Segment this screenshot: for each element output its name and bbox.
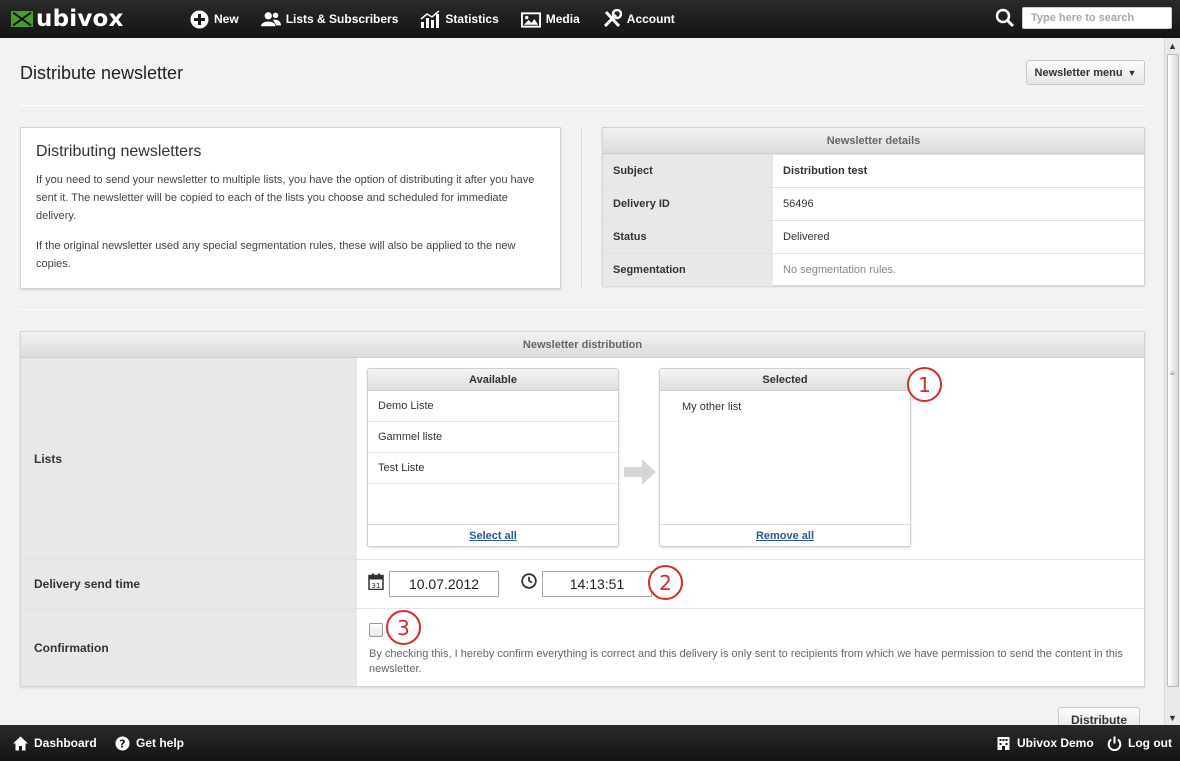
chart-icon: [420, 9, 440, 29]
account-name: Ubivox Demo: [1017, 736, 1094, 750]
available-list: Available Demo Liste Gammel liste Test L…: [367, 368, 619, 547]
get-help-link[interactable]: ? Get help: [114, 725, 184, 761]
date-input[interactable]: [389, 571, 499, 597]
caret-down-icon: ▼: [1127, 67, 1137, 78]
select-all-link[interactable]: Select all: [469, 530, 517, 542]
dashboard-label: Dashboard: [34, 736, 97, 750]
details-value: Distribution test: [783, 165, 868, 177]
details-value: 56496: [783, 198, 814, 210]
newsletter-distribution-panel: Newsletter distribution Lists Available …: [20, 331, 1145, 687]
distribution-header: Newsletter distribution: [21, 332, 1144, 358]
time-input[interactable]: [542, 571, 652, 597]
calendar-day-text: 31: [372, 582, 381, 590]
scroll-thumb[interactable]: ≡: [1167, 54, 1179, 687]
info-paragraph: If the original newsletter used any spec…: [36, 240, 516, 270]
home-icon: [12, 735, 28, 751]
search-area: [995, 7, 1172, 29]
nav-lists-label: Lists & Subscribers: [285, 12, 399, 26]
logo[interactable]: ubivox: [11, 6, 181, 32]
scrollbar[interactable]: ▲ ≡ ▼: [1164, 38, 1180, 725]
calendar-icon[interactable]: 31: [368, 573, 384, 593]
details-header: Newsletter details: [603, 128, 1144, 154]
nav-media[interactable]: Media: [520, 9, 580, 29]
selected-list-title: Selected: [660, 369, 910, 391]
users-icon: [260, 9, 281, 29]
newsletter-menu-button[interactable]: Newsletter menu ▼: [1026, 60, 1145, 85]
logout-link[interactable]: Log out: [1106, 725, 1172, 761]
plus-circle-icon: [189, 9, 209, 29]
logout-label: Log out: [1128, 736, 1172, 750]
send-time-label: Delivery send time: [21, 560, 357, 608]
main-nav: New Lists & Subscribers Statistics Media…: [189, 9, 697, 29]
search-input[interactable]: [1022, 7, 1172, 29]
details-value: Delivered: [783, 231, 830, 243]
nav-statistics-label: Statistics: [445, 12, 499, 26]
confirmation-label: Confirmation: [21, 609, 357, 686]
selected-list: Selected My other list Remove all: [659, 368, 911, 547]
nav-account-label: Account: [626, 12, 675, 26]
get-help-label: Get help: [136, 736, 185, 750]
bottom-bar: Dashboard ? Get help Ubivox Demo Log out: [0, 725, 1180, 761]
grip-icon: ≡: [1170, 369, 1175, 378]
tools-icon: [602, 9, 622, 29]
list-item[interactable]: Demo Liste: [368, 391, 618, 422]
details-key: Delivery ID: [603, 188, 773, 220]
newsletter-details-panel: Newsletter details Subject Distribution …: [602, 127, 1145, 286]
nav-lists-subscribers[interactable]: Lists & Subscribers: [260, 9, 399, 29]
nav-account[interactable]: Account: [602, 9, 675, 29]
help-icon: ?: [114, 735, 130, 751]
details-row: Subject Distribution test: [603, 154, 1144, 187]
available-list-title: Available: [368, 369, 618, 391]
callout-badge-1: 1: [907, 367, 942, 402]
divider: [20, 105, 1145, 106]
callout-badge-3: 3: [386, 610, 421, 645]
nav-statistics[interactable]: Statistics: [420, 9, 499, 29]
details-key: Status: [603, 221, 773, 253]
selected-list-footer: Remove all: [660, 524, 910, 546]
details-value: No segmentation rules.: [783, 264, 897, 276]
nav-new[interactable]: New: [189, 9, 239, 29]
dashboard-link[interactable]: Dashboard: [12, 725, 97, 761]
confirm-checkbox[interactable]: [369, 623, 383, 637]
vertical-divider: [581, 127, 582, 289]
building-icon: [995, 735, 1011, 751]
divider: [20, 309, 1145, 310]
available-list-footer: Select all: [368, 524, 618, 546]
list-item[interactable]: Test Liste: [368, 453, 618, 484]
power-icon: [1106, 735, 1122, 751]
scroll-down-arrow-icon[interactable]: ▼: [1165, 710, 1180, 725]
nav-new-label: New: [214, 12, 239, 26]
newsletter-menu-label: Newsletter menu: [1034, 66, 1123, 79]
info-paragraph: If you need to send your newsletter to m…: [36, 174, 535, 222]
scroll-up-arrow-icon[interactable]: ▲: [1165, 38, 1180, 53]
list-item[interactable]: My other list: [660, 391, 910, 422]
nav-media-label: Media: [545, 12, 580, 26]
send-time-row: Delivery send time 31 2: [21, 559, 1144, 608]
svg-text:?: ?: [119, 737, 125, 750]
callout-badge-2: 2: [648, 565, 683, 600]
lists-label: Lists: [21, 358, 357, 559]
envelope-logo-icon: [11, 11, 33, 27]
info-heading: Distributing newsletters: [36, 143, 202, 160]
details-row: Segmentation No segmentation rules.: [603, 253, 1144, 286]
image-icon: [520, 9, 541, 29]
top-navbar: ubivox New Lists & Subscribers Statistic…: [0, 0, 1180, 38]
details-key: Subject: [603, 155, 773, 187]
clock-icon[interactable]: [521, 573, 537, 592]
confirmation-row: Confirmation 3 By checking this, I hereb…: [21, 608, 1144, 686]
details-key: Segmentation: [603, 254, 773, 286]
search-icon[interactable]: [995, 8, 1015, 28]
details-row: Status Delivered: [603, 220, 1144, 253]
details-row: Delivery ID 56496: [603, 187, 1144, 220]
info-box: Distributing newsletters If you need to …: [20, 127, 561, 289]
list-item[interactable]: Gammel liste: [368, 422, 618, 453]
logo-text: ubivox: [36, 6, 124, 32]
account-link[interactable]: Ubivox Demo: [995, 725, 1094, 761]
confirmation-text: By checking this, I hereby confirm every…: [369, 648, 1123, 675]
remove-all-link[interactable]: Remove all: [756, 530, 814, 542]
arrow-right-icon: [624, 459, 656, 488]
page-title: Distribute newsletter: [20, 63, 184, 83]
lists-row: Lists Available Demo Liste Gammel liste …: [21, 358, 1144, 559]
